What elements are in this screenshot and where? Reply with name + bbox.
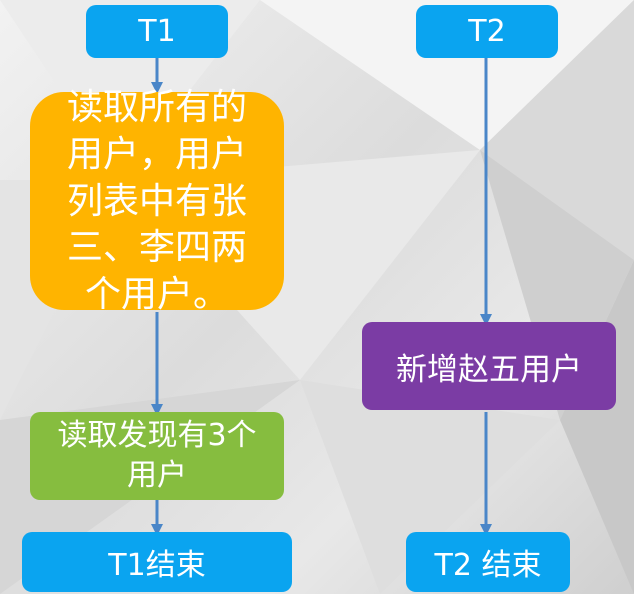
t2-add-user-step: 新增赵五用户 xyxy=(362,322,616,410)
t2-end: T2 结束 xyxy=(406,532,570,592)
t1-step2-text: 读取发现有3个用户 xyxy=(57,417,257,494)
t1-read-all-users-step: 读取所有的 用户，用户 列表中有张 三、李四两 个用户。 xyxy=(30,87,284,315)
t1-header: T1 xyxy=(86,5,228,58)
t1-step1-line-1: 读取所有的 xyxy=(66,87,247,129)
t2-header-label: T2 xyxy=(468,14,506,49)
t1-step1-line-5: 个用户。 xyxy=(84,274,229,316)
diagram-canvas: T1 读取所有的 用户，用户 列表中有张 三、李四两 个用户。 读取发现有3个用… xyxy=(0,0,634,594)
t2-step1-text: 新增赵五用户 xyxy=(396,351,582,388)
t2-header: T2 xyxy=(416,5,558,58)
t1-found-three-users-step: 读取发现有3个用户 xyxy=(30,412,284,500)
t1-header-label: T1 xyxy=(138,14,176,49)
t1-step1-line-2: 用户，用户 xyxy=(66,133,247,175)
t2-end-label: T2 结束 xyxy=(434,548,542,583)
t1-end: T1结束 xyxy=(22,532,292,592)
t1-step1-line-4: 三、李四两 xyxy=(66,227,247,269)
t1-end-label: T1结束 xyxy=(108,548,206,583)
t1-read-all-users-text: 读取所有的 用户，用户 列表中有张 三、李四两 个用户。 xyxy=(67,85,247,319)
t1-step1-line-3: 列表中有张 xyxy=(66,180,247,222)
